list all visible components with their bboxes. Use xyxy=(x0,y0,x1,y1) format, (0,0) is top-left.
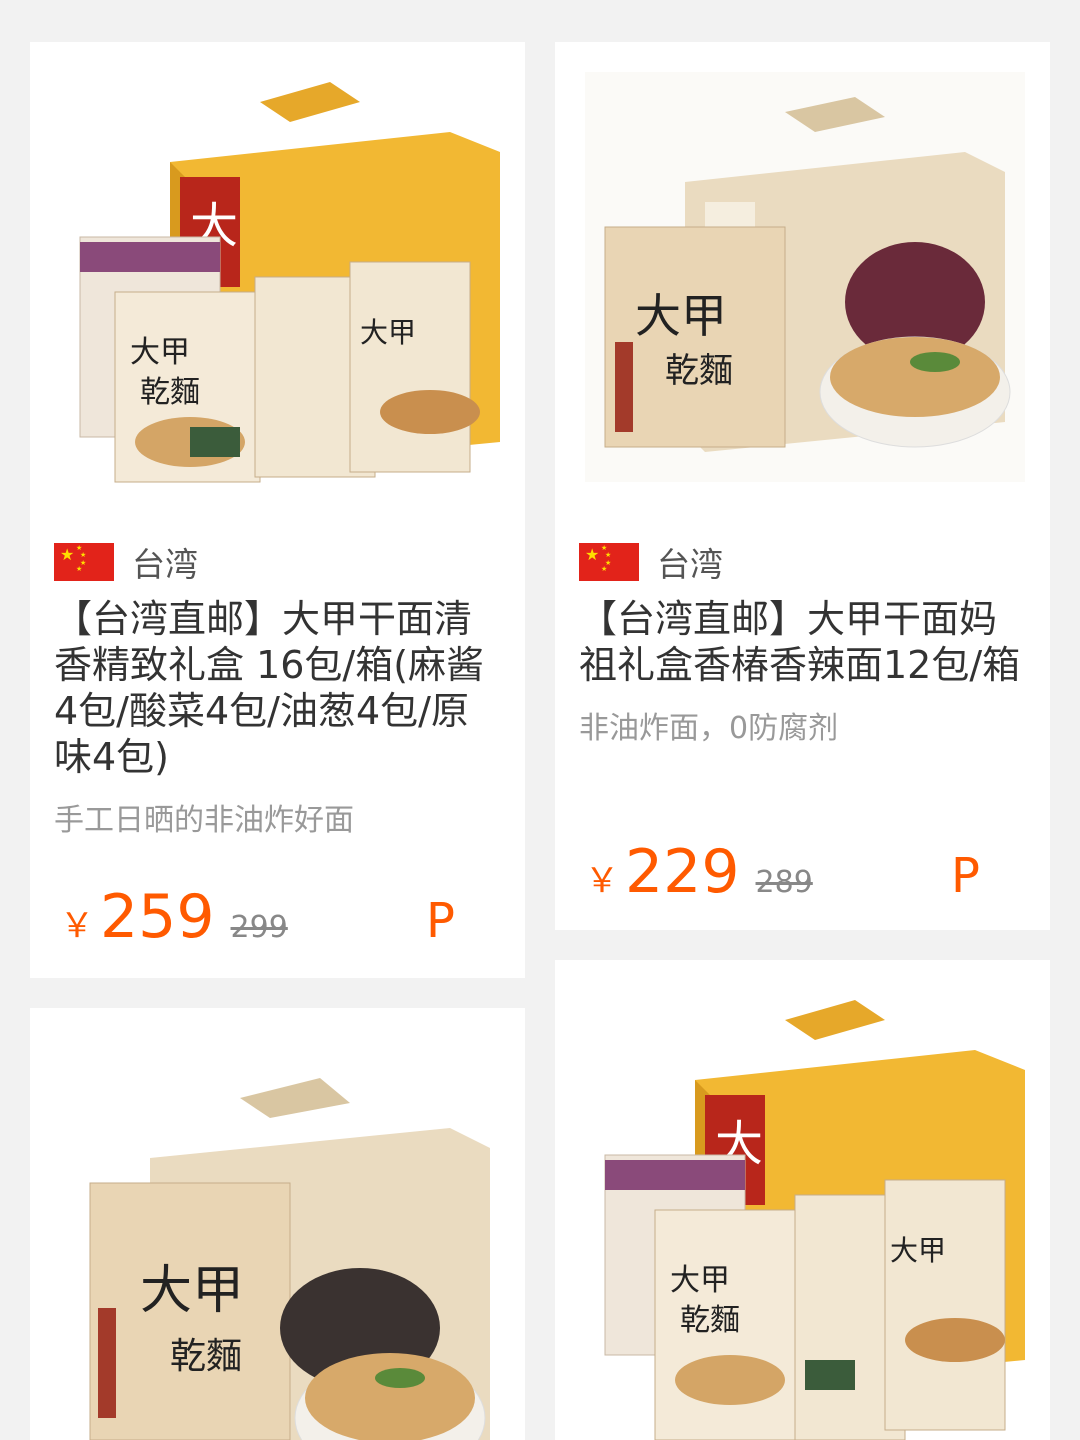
noodle-gift-box-beige-image: 大 大甲 乾麵 xyxy=(555,42,1050,512)
p-badge[interactable]: P xyxy=(426,897,455,945)
china-flag-icon: ★ ★ ★ ★ ★ xyxy=(579,543,639,581)
svg-text:大甲: 大甲 xyxy=(635,289,727,343)
original-price: 289 xyxy=(755,865,813,900)
svg-text:大甲: 大甲 xyxy=(140,1261,244,1321)
origin-row: ★ ★ ★ ★ ★ 台湾 xyxy=(54,542,501,584)
product-card[interactable]: 大 大甲 乾麵 ★ ★ ★ ★ ★ 台湾 xyxy=(555,42,1050,930)
noodle-gift-box-yellow-image: 大 大甲 乾麵 大甲 xyxy=(30,42,525,512)
origin-name: 台湾 xyxy=(657,545,723,584)
svg-text:大甲: 大甲 xyxy=(670,1263,730,1298)
product-title[interactable]: 【台湾直邮】大甲干面清香精致礼盒 16包/箱(麻酱4包/酸菜4包/油葱4包/原味… xyxy=(54,596,501,780)
origin-name: 台湾 xyxy=(132,545,198,584)
sale-price: 229 xyxy=(625,837,740,907)
original-price: 299 xyxy=(230,910,288,945)
svg-text:乾麵: 乾麵 xyxy=(170,1336,242,1377)
svg-text:乾麵: 乾麵 xyxy=(665,351,733,391)
price-row: ￥ 259 299 P xyxy=(60,887,495,947)
svg-text:大甲: 大甲 xyxy=(360,316,416,349)
svg-text:大甲: 大甲 xyxy=(890,1234,946,1267)
currency-symbol: ￥ xyxy=(60,906,94,946)
svg-text:乾麵: 乾麵 xyxy=(140,375,200,410)
china-flag-icon: ★ ★ ★ ★ ★ xyxy=(54,543,114,581)
product-card[interactable]: 大 大甲 乾麵 大甲 ★ ★ ★ ★ ★ 台湾 【台湾直邮】大甲干面清香精致礼盒… xyxy=(30,42,525,978)
noodle-gift-box-beige-bowl-image: 大甲 乾麵 xyxy=(30,1008,525,1440)
sale-price: 259 xyxy=(100,882,215,952)
currency-symbol: ￥ xyxy=(585,861,619,901)
product-subtitle: 非油炸面，0防腐剂 xyxy=(579,711,839,746)
product-image[interactable]: 大甲 乾麵 xyxy=(30,1008,525,1440)
svg-text:大甲: 大甲 xyxy=(130,335,190,370)
product-image[interactable]: 大 大甲 乾麵 xyxy=(555,42,1050,512)
noodle-gift-box-yellow-image: 大 大甲 乾麵 大甲 xyxy=(555,960,1050,1440)
origin-row: ★ ★ ★ ★ ★ 台湾 xyxy=(579,542,1026,584)
p-badge[interactable]: P xyxy=(951,852,980,900)
product-card[interactable]: 大 大甲 乾麵 大甲 xyxy=(555,960,1050,1440)
product-card[interactable]: 大甲 乾麵 xyxy=(30,1008,525,1440)
price-row: ￥ 229 289 P xyxy=(585,842,1020,902)
product-subtitle: 手工日晒的非油炸好面 xyxy=(54,803,354,838)
product-grid: 大 大甲 乾麵 大甲 ★ ★ ★ ★ ★ 台湾 【台湾直邮】大甲干面清香精致礼盒… xyxy=(0,0,1080,1440)
svg-text:乾麵: 乾麵 xyxy=(680,1303,740,1338)
product-image[interactable]: 大 大甲 乾麵 大甲 xyxy=(30,42,525,512)
product-title[interactable]: 【台湾直邮】大甲干面妈祖礼盒香椿香辣面12包/箱 xyxy=(579,596,1026,688)
product-image[interactable]: 大 大甲 乾麵 大甲 xyxy=(555,960,1050,1440)
